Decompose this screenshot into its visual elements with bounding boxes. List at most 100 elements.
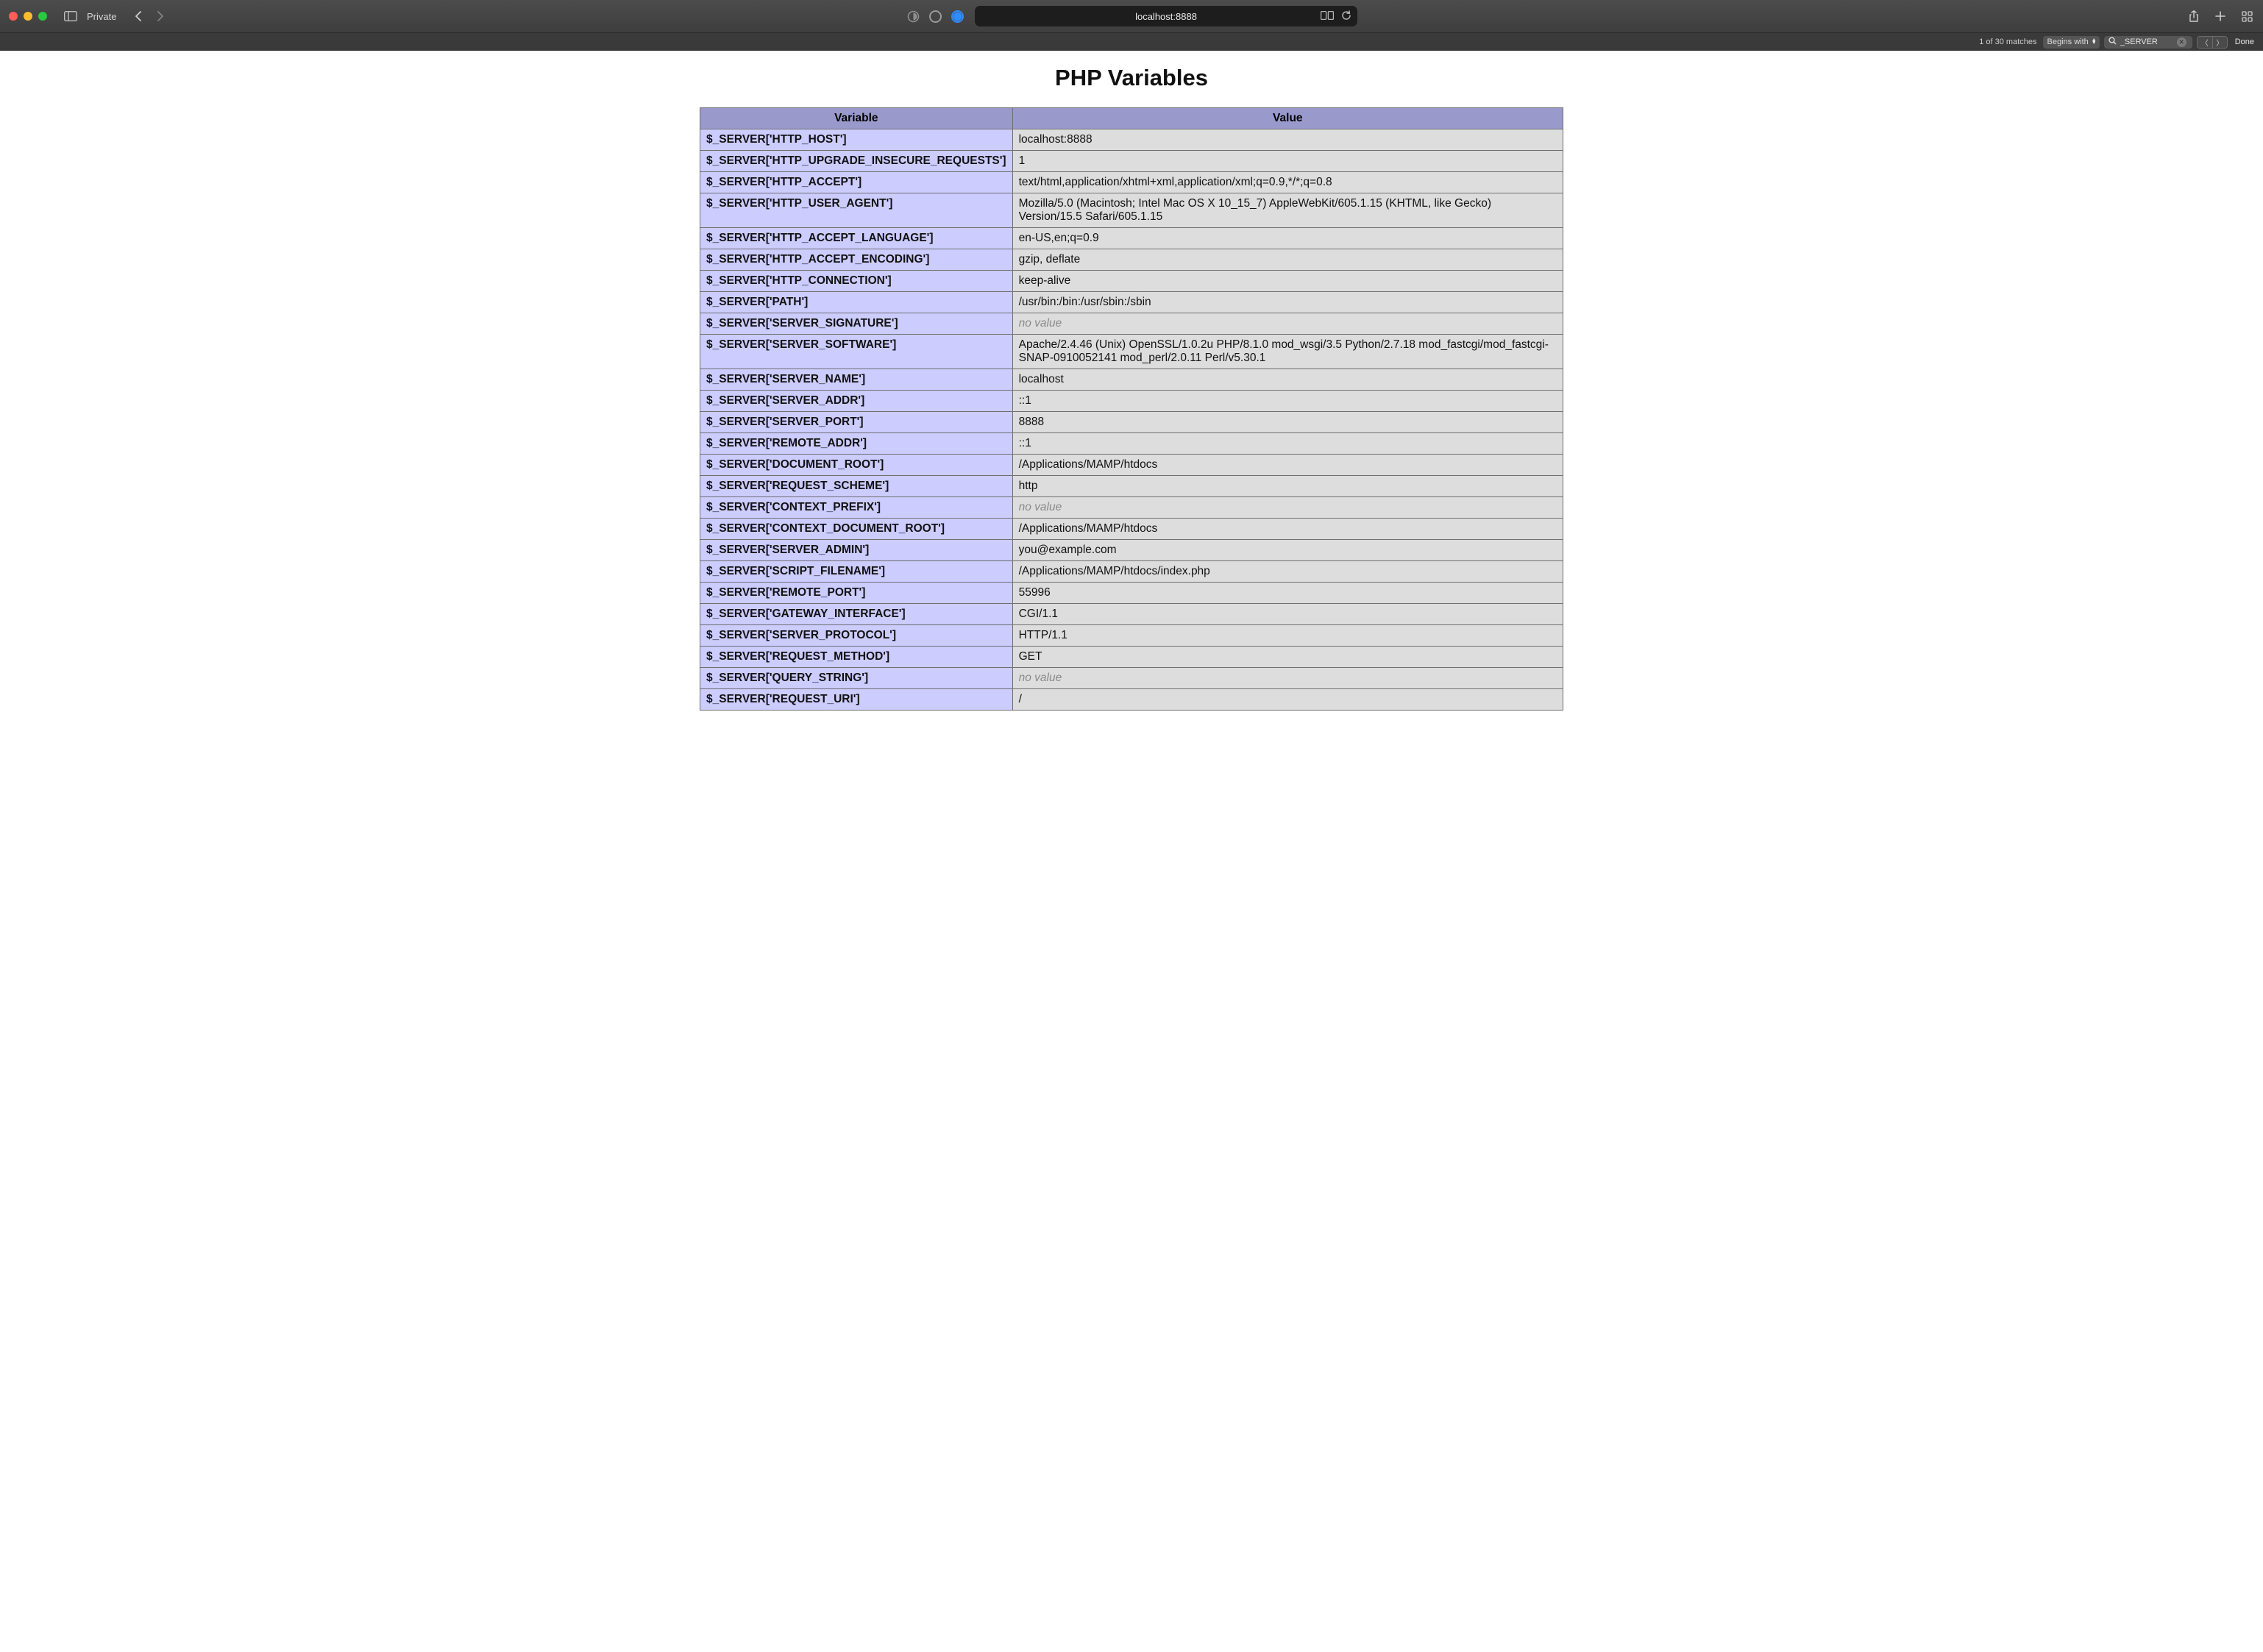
table-row: $_SERVER['REMOTE_PORT']55996 xyxy=(700,583,1563,604)
table-header-row: Variable Value xyxy=(700,108,1563,129)
variable-cell: $_SERVER['REQUEST_SCHEME'] xyxy=(700,476,1013,497)
variable-cell: $_SERVER['SERVER_NAME'] xyxy=(700,369,1013,391)
no-value-label: no value xyxy=(1019,317,1062,330)
variable-cell: $_SERVER['HTTP_ACCEPT_LANGUAGE'] xyxy=(700,228,1013,249)
table-row: $_SERVER['CONTEXT_PREFIX'] no value xyxy=(700,497,1563,519)
value-cell: / xyxy=(1012,689,1563,711)
new-tab-icon[interactable] xyxy=(2213,7,2228,25)
value-cell: you@example.com xyxy=(1012,540,1563,561)
variable-cell: $_SERVER['REQUEST_URI'] xyxy=(700,689,1013,711)
variable-cell: $_SERVER['SCRIPT_FILENAME'] xyxy=(700,561,1013,583)
variable-cell: $_SERVER['GATEWAY_INTERFACE'] xyxy=(700,604,1013,625)
value-cell: /Applications/MAMP/htdocs xyxy=(1012,519,1563,540)
table-row: $_SERVER['HTTP_ACCEPT_ENCODING']gzip, de… xyxy=(700,249,1563,271)
no-value-label: no value xyxy=(1019,501,1062,513)
value-cell: localhost xyxy=(1012,369,1563,391)
sidebar-toggle-icon[interactable] xyxy=(63,7,78,25)
value-cell: 1 xyxy=(1012,151,1563,172)
table-row: $_SERVER['HTTP_HOST']localhost:8888 xyxy=(700,129,1563,151)
find-match-count: 1 of 30 matches xyxy=(1979,38,2036,46)
select-chevrons-icon: ▲▼ xyxy=(2092,39,2097,45)
value-cell: no value xyxy=(1012,668,1563,689)
table-row: $_SERVER['HTTP_USER_AGENT']Mozilla/5.0 (… xyxy=(700,193,1563,228)
table-row: $_SERVER['CONTEXT_DOCUMENT_ROOT']/Applic… xyxy=(700,519,1563,540)
find-mode-label: Begins with xyxy=(2047,38,2089,46)
table-row: $_SERVER['REQUEST_SCHEME']http xyxy=(700,476,1563,497)
table-row: $_SERVER['SERVER_NAME']localhost xyxy=(700,369,1563,391)
find-nav-segment: 〈 〉 xyxy=(2197,36,2228,49)
page-viewport[interactable]: PHP Variables Variable Value $_SERVER['H… xyxy=(0,51,2263,1652)
address-bar[interactable]: localhost:8888 xyxy=(975,6,1357,26)
nav-arrows xyxy=(131,7,168,25)
variable-cell: $_SERVER['CONTEXT_PREFIX'] xyxy=(700,497,1013,519)
find-done-button[interactable]: Done xyxy=(2232,38,2257,46)
value-cell: CGI/1.1 xyxy=(1012,604,1563,625)
clear-search-icon[interactable]: ✕ xyxy=(2177,38,2186,47)
find-input[interactable] xyxy=(2120,38,2173,46)
value-cell: Apache/2.4.46 (Unix) OpenSSL/1.0.2u PHP/… xyxy=(1012,335,1563,369)
variable-cell: $_SERVER['HTTP_USER_AGENT'] xyxy=(700,193,1013,228)
window-controls xyxy=(9,12,47,21)
find-search-field[interactable]: ✕ xyxy=(2104,36,2192,49)
page-title: PHP Variables xyxy=(700,51,1563,107)
table-row: $_SERVER['HTTP_CONNECTION']keep-alive xyxy=(700,271,1563,292)
share-icon[interactable] xyxy=(2186,7,2201,25)
private-mode-label: Private xyxy=(87,11,116,22)
find-prev-button[interactable]: 〈 xyxy=(2198,37,2212,48)
variable-cell: $_SERVER['HTTP_HOST'] xyxy=(700,129,1013,151)
value-cell: 55996 xyxy=(1012,583,1563,604)
value-cell: keep-alive xyxy=(1012,271,1563,292)
minimize-window-button[interactable] xyxy=(24,12,32,21)
table-row: $_SERVER['HTTP_UPGRADE_INSECURE_REQUESTS… xyxy=(700,151,1563,172)
reader-icon[interactable] xyxy=(1321,11,1334,22)
value-cell: /Applications/MAMP/htdocs xyxy=(1012,455,1563,476)
table-row: $_SERVER['SERVER_ADMIN']you@example.com xyxy=(700,540,1563,561)
table-row: $_SERVER['REMOTE_ADDR']::1 xyxy=(700,433,1563,455)
value-cell: text/html,application/xhtml+xml,applicat… xyxy=(1012,172,1563,193)
variable-cell: $_SERVER['HTTP_UPGRADE_INSECURE_REQUESTS… xyxy=(700,151,1013,172)
variable-cell: $_SERVER['DOCUMENT_ROOT'] xyxy=(700,455,1013,476)
value-cell: http xyxy=(1012,476,1563,497)
php-variables-table: Variable Value $_SERVER['HTTP_HOST']loca… xyxy=(700,107,1563,711)
variable-cell: $_SERVER['SERVER_ADDR'] xyxy=(700,391,1013,412)
tab-overview-icon[interactable] xyxy=(2239,7,2254,25)
back-button[interactable] xyxy=(131,7,147,25)
table-row: $_SERVER['REQUEST_URI']/ xyxy=(700,689,1563,711)
col-value: Value xyxy=(1012,108,1563,129)
variable-cell: $_SERVER['REQUEST_METHOD'] xyxy=(700,647,1013,668)
table-row: $_SERVER['PATH']/usr/bin:/bin:/usr/sbin:… xyxy=(700,292,1563,313)
variable-cell: $_SERVER['QUERY_STRING'] xyxy=(700,668,1013,689)
zoom-window-button[interactable] xyxy=(38,12,47,21)
variable-cell: $_SERVER['HTTP_ACCEPT'] xyxy=(700,172,1013,193)
variable-cell: $_SERVER['SERVER_PROTOCOL'] xyxy=(700,625,1013,647)
variable-cell: $_SERVER['REMOTE_ADDR'] xyxy=(700,433,1013,455)
value-cell: en-US,en;q=0.9 xyxy=(1012,228,1563,249)
table-row: $_SERVER['SCRIPT_FILENAME']/Applications… xyxy=(700,561,1563,583)
find-next-button[interactable]: 〉 xyxy=(2212,37,2227,48)
table-row: $_SERVER['SERVER_PROTOCOL']HTTP/1.1 xyxy=(700,625,1563,647)
variable-cell: $_SERVER['HTTP_CONNECTION'] xyxy=(700,271,1013,292)
value-cell: gzip, deflate xyxy=(1012,249,1563,271)
privacy-report-icon[interactable] xyxy=(906,7,920,25)
close-window-button[interactable] xyxy=(9,12,18,21)
table-row: $_SERVER['SERVER_SIGNATURE']no value xyxy=(700,313,1563,335)
value-cell: /Applications/MAMP/htdocs/index.php xyxy=(1012,561,1563,583)
col-variable: Variable xyxy=(700,108,1013,129)
variable-cell: $_SERVER['REMOTE_PORT'] xyxy=(700,583,1013,604)
forward-button[interactable] xyxy=(152,7,168,25)
variable-cell: $_SERVER['CONTEXT_DOCUMENT_ROOT'] xyxy=(700,519,1013,540)
variable-cell: $_SERVER['SERVER_ADMIN'] xyxy=(700,540,1013,561)
table-row: $_SERVER['SERVER_ADDR']::1 xyxy=(700,391,1563,412)
reload-icon[interactable] xyxy=(1341,10,1351,23)
value-cell: /usr/bin:/bin:/usr/sbin:/sbin xyxy=(1012,292,1563,313)
tracker-shield-active-icon[interactable] xyxy=(950,7,964,25)
tracker-shield-icon[interactable] xyxy=(928,7,942,25)
table-row: $_SERVER['REQUEST_METHOD']GET xyxy=(700,647,1563,668)
variable-cell: $_SERVER['HTTP_ACCEPT_ENCODING'] xyxy=(700,249,1013,271)
find-mode-select[interactable]: Begins with ▲▼ xyxy=(2043,36,2100,49)
table-row: $_SERVER['SERVER_SOFTWARE']Apache/2.4.46… xyxy=(700,335,1563,369)
find-bar: 1 of 30 matches Begins with ▲▼ ✕ 〈 〉 Don… xyxy=(0,32,2263,51)
value-cell: no value xyxy=(1012,497,1563,519)
value-cell: no value xyxy=(1012,313,1563,335)
variable-cell: $_SERVER['SERVER_SOFTWARE'] xyxy=(700,335,1013,369)
